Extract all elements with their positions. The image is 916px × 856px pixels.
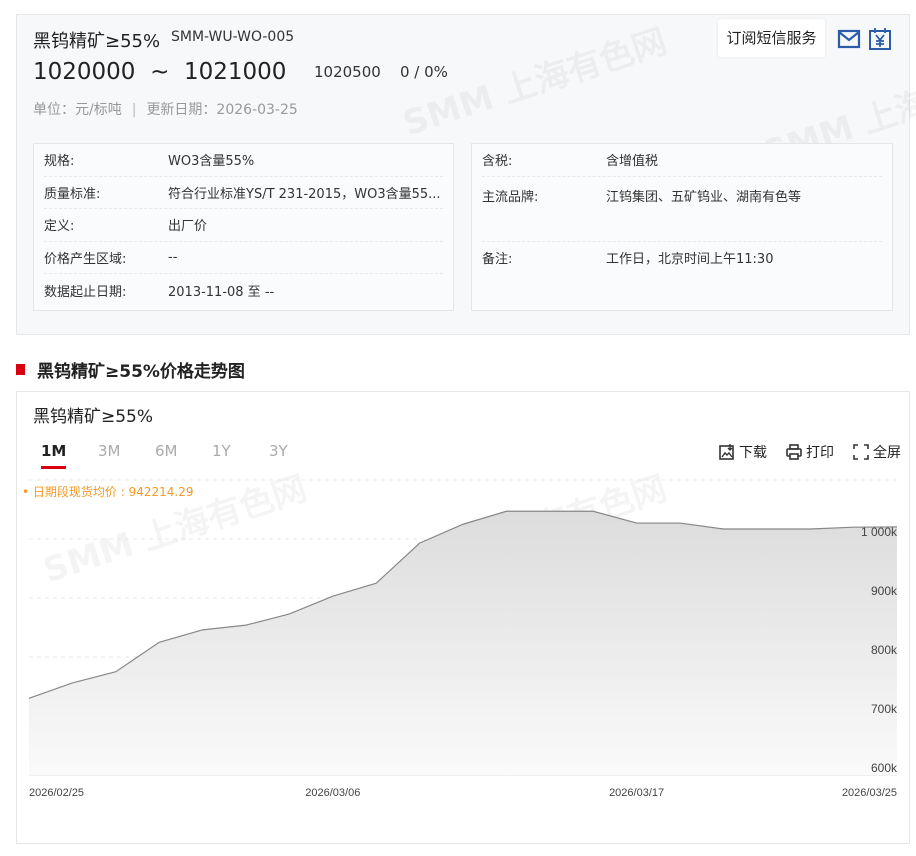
mid-price: 1020500 (314, 63, 381, 81)
subscribe-sms-button[interactable]: 订阅短信服务 (718, 19, 825, 57)
price-range: 1020000 ~ 1021000 (33, 59, 286, 85)
price-summary-card: SMM 上海有色网 SMM 上海有色网 黑钨精矿≥55% SMM-WU-WO-0… (16, 14, 916, 335)
detail-key: 备注: (482, 252, 513, 268)
chart-tools: 下载 打印 全屏 (718, 442, 901, 462)
fullscreen-button[interactable]: 全屏 (852, 442, 901, 462)
tab-6m[interactable]: 6M (155, 442, 212, 470)
y-tick-label: 600k (871, 761, 898, 775)
tab-1y[interactable]: 1Y (212, 442, 269, 470)
price-change: 0 / 0% (400, 63, 448, 81)
update-date: 更新日期：2026-03-25 (146, 102, 298, 118)
details-left: 规格: WO3含量55% 质量标准: 符合行业标准YS/T 231-2015，WO3含… (33, 143, 454, 311)
price-separator: ~ (150, 59, 170, 85)
mail-icon[interactable] (837, 27, 861, 51)
tab-3y[interactable]: 3Y (269, 442, 326, 470)
detail-value: 出厂价 (168, 219, 208, 235)
unit-label: 单位：元/标吨 (33, 102, 122, 118)
product-code: SMM-WU-WO-005 (171, 29, 295, 45)
detail-key: 主流品牌: (482, 189, 539, 205)
x-tick-label: 2026/02/25 (29, 787, 84, 799)
area-fill (29, 511, 897, 775)
tab-3m[interactable]: 3M (98, 442, 155, 470)
product-title: 黑钨精矿≥55% (33, 31, 161, 52)
separator: | (131, 102, 137, 118)
download-image-icon (719, 444, 734, 460)
detail-value: -- (168, 249, 178, 265)
detail-key: 价格产生区域: (44, 251, 127, 267)
detail-value: 含增值税 (606, 154, 659, 170)
price-calendar-icon[interactable] (868, 27, 892, 51)
y-tick-label: 700k (871, 702, 898, 716)
fullscreen-icon (853, 444, 869, 460)
detail-key: 规格: (44, 154, 75, 170)
detail-key: 质量标准: (44, 186, 101, 202)
x-tick-label: 2026/03/25 (842, 787, 897, 799)
detail-value: 2013-11-08 至 -- (168, 284, 275, 300)
x-tick-label: 2026/03/06 (305, 787, 360, 799)
print-button[interactable]: 打印 (785, 442, 834, 462)
detail-row: 数据起止日期: 2013-11-08 至 -- (44, 274, 443, 307)
printer-icon (786, 444, 802, 460)
detail-value: 江钨集团、五矿钨业、湖南有色等 (606, 189, 802, 205)
y-tick-label: 900k (871, 584, 898, 598)
chart-name: 黑钨精矿≥55% (33, 407, 154, 427)
y-tick-label: 800k (871, 643, 898, 657)
price-chart: 600k 700k 800k 900k 1 000k 2026/02/25 2026/03/… (28, 479, 898, 799)
detail-value: 符合行业标准YS/T 231-2015，WO3含量55... (168, 186, 441, 202)
range-tabs: 1M 3M 6M 1Y 3Y (41, 442, 326, 470)
detail-row: 价格产生区域: -- (44, 242, 443, 274)
tab-1m[interactable]: 1M (41, 442, 98, 470)
details-right: 含税: 含增值税主流品牌: 江钨集团、五矿钨业、湖南有色等备注: 工作日，北京时间上午… (471, 143, 893, 311)
section-marker (16, 364, 25, 375)
detail-row: 含税: 含增值税 (482, 144, 882, 177)
download-button[interactable]: 下载 (718, 442, 767, 462)
detail-row: 定义: 出厂价 (44, 209, 443, 242)
detail-key: 含税: (482, 154, 513, 170)
detail-row: 主流品牌: 江钨集团、五矿钨业、湖南有色等 (482, 177, 882, 242)
detail-key: 数据起止日期: (44, 284, 127, 300)
price-low: 1020000 (33, 59, 136, 85)
x-tick-label: 2026/03/17 (609, 787, 664, 799)
y-tick-label: 1 000k (861, 525, 898, 539)
detail-row: 备注: 工作日，北京时间上午11:30 (482, 242, 882, 275)
section-title: 黑钨精矿≥55%价格走势图 (16, 357, 245, 382)
price-high: 1021000 (183, 59, 287, 85)
detail-key: 定义: (44, 219, 75, 235)
section-title-text: 黑钨精矿≥55%价格走势图 (37, 362, 245, 382)
meta-line: 单位：元/标吨 | 更新日期：2026-03-25 (33, 99, 298, 119)
detail-value: 工作日，北京时间上午11:30 (606, 252, 774, 268)
detail-row: 质量标准: 符合行业标准YS/T 231-2015，WO3含量55... (44, 177, 443, 209)
detail-value: WO3含量55% (168, 154, 255, 170)
detail-row: 规格: WO3含量55% (44, 144, 443, 177)
